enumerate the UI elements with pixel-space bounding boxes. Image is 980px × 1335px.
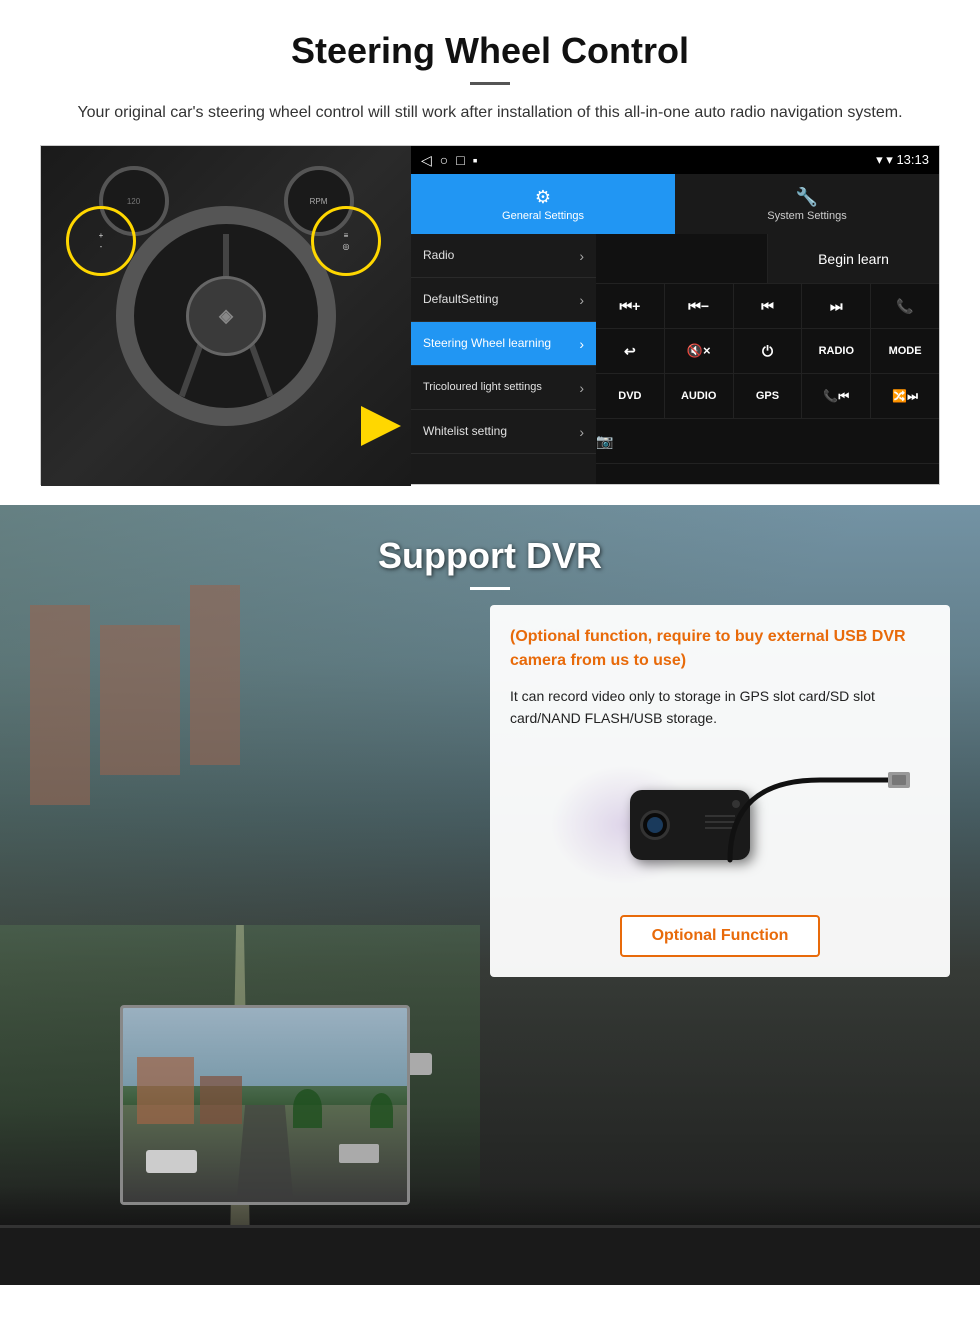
menu-panel: Radio › DefaultSetting › Steering Wheel … <box>411 234 939 484</box>
preview-tree-2 <box>370 1093 393 1128</box>
camera-lens-inner <box>647 817 663 833</box>
preview-tree-1 <box>293 1089 321 1128</box>
preview-building-2 <box>200 1076 243 1125</box>
right-buttons-area: Begin learn ⏮+ ⏮− ⏮ ⏭ 📞 <box>596 234 939 484</box>
dvr-section-header: Support DVR <box>0 505 980 605</box>
status-time: 13:13 <box>896 152 929 167</box>
android-ui: ◁ ○ □ ▪ ▾ ▾ 13:13 ⚙ General Settings 🔧 <box>411 146 939 484</box>
power-button[interactable]: ⏻ <box>734 329 803 373</box>
menu-item-steering-wheel[interactable]: Steering Wheel learning › <box>411 322 596 366</box>
hangup-button[interactable]: ↩ <box>596 329 665 373</box>
building-3 <box>190 585 240 765</box>
menu-item-radio[interactable]: Radio › <box>411 234 596 278</box>
title-divider <box>470 82 510 85</box>
status-left-icons: ◁ ○ □ ▪ <box>421 152 478 169</box>
begin-learn-row: Begin learn <box>596 234 939 284</box>
menu-icon[interactable]: ▪ <box>473 152 478 169</box>
back-icon[interactable]: ◁ <box>421 152 432 169</box>
dvr-screen-preview <box>120 1005 410 1205</box>
dvr-optional-text: (Optional function, require to buy exter… <box>510 625 930 673</box>
menu-arrow-icon-5: › <box>579 424 584 440</box>
dvr-section: Support DVR (Optional function, require … <box>0 505 980 1285</box>
dvd-button[interactable]: DVD <box>596 374 665 418</box>
tab-system-label: System Settings <box>767 210 846 222</box>
preview-car-2 <box>339 1144 379 1163</box>
highlight-circle-left: + - <box>66 206 136 276</box>
audio-button[interactable]: AUDIO <box>665 374 734 418</box>
square-icon[interactable]: □ <box>456 152 464 169</box>
dashboard-bar <box>0 1225 980 1285</box>
steering-wheel-image: 120 RPM ◈ <box>41 146 411 486</box>
menu-arrow-icon-3: › <box>579 336 584 352</box>
steering-wheel-outer: ◈ <box>116 206 336 426</box>
menu-arrow-icon-4: › <box>579 380 584 396</box>
system-settings-icon: 🔧 <box>796 187 818 208</box>
left-menu: Radio › DefaultSetting › Steering Wheel … <box>411 234 596 484</box>
menu-item-tricoloured[interactable]: Tricoloured light settings › <box>411 366 596 410</box>
camera-lens <box>640 810 670 840</box>
btn-row-1: ⏮+ ⏮− ⏮ ⏭ 📞 <box>596 284 939 329</box>
preview-car-1 <box>146 1150 197 1173</box>
preview-building-1 <box>137 1057 194 1125</box>
gps-button[interactable]: GPS <box>734 374 803 418</box>
vol-down-button[interactable]: ⏮− <box>665 284 734 328</box>
preview-road <box>237 1105 294 1202</box>
menu-default-label: DefaultSetting <box>423 292 498 306</box>
menu-item-default-setting[interactable]: DefaultSetting › <box>411 278 596 322</box>
btn-row-2: ↩ 🔇× ⏻ RADIO MODE <box>596 329 939 374</box>
dvr-cable-svg <box>720 760 920 890</box>
spoke-br <box>247 339 273 397</box>
menu-item-whitelist[interactable]: Whitelist setting › <box>411 410 596 454</box>
status-right: ▾ ▾ 13:13 <box>876 152 929 168</box>
prev-button[interactable]: ⏮ <box>734 284 803 328</box>
dvr-section-title: Support DVR <box>0 535 980 577</box>
control-button-grid: ⏮+ ⏮− ⏮ ⏭ 📞 ↩ 🔇× ⏻ RADIO MODE <box>596 284 939 464</box>
menu-arrow-icon-2: › <box>579 292 584 308</box>
optional-function-container: Optional Function <box>510 905 930 957</box>
mode-button[interactable]: MODE <box>871 329 939 373</box>
btn-row-4: 📷 <box>596 419 939 464</box>
menu-tricoloured-label: Tricoloured light settings <box>423 381 542 394</box>
steering-wheel-section: Steering Wheel Control Your original car… <box>0 0 980 505</box>
settings-gear-icon: ⚙ <box>535 187 551 208</box>
call-prev-button[interactable]: 📞⏮ <box>802 374 871 418</box>
vol-up-button[interactable]: ⏮+ <box>596 284 665 328</box>
mute-button[interactable]: 🔇× <box>665 329 734 373</box>
menu-steering-label: Steering Wheel learning <box>423 336 551 350</box>
btn-row-3: DVD AUDIO GPS 📞⏮ 🔀⏭ <box>596 374 939 419</box>
tab-bar: ⚙ General Settings 🔧 System Settings <box>411 174 939 234</box>
building-2 <box>100 625 180 775</box>
dvr-camera-illustration <box>510 745 930 905</box>
menu-radio-label: Radio <box>423 248 454 262</box>
tab-system-settings[interactable]: 🔧 System Settings <box>675 174 939 234</box>
steering-wheel-visual: 120 RPM ◈ <box>41 146 411 486</box>
brand-logo: ◈ <box>219 306 233 327</box>
menu-arrow-icon: › <box>579 248 584 264</box>
status-bar: ◁ ○ □ ▪ ▾ ▾ 13:13 <box>411 146 939 174</box>
menu-whitelist-label: Whitelist setting <box>423 424 507 438</box>
radio-button[interactable]: RADIO <box>802 329 871 373</box>
next-button[interactable]: ⏭ <box>802 284 871 328</box>
page-title: Steering Wheel Control <box>40 30 940 72</box>
dvr-preview-inner <box>123 1008 407 1202</box>
shuffle-next-button[interactable]: 🔀⏭ <box>871 374 939 418</box>
highlight-circle-right: ≡ ◎ <box>311 206 381 276</box>
home-icon[interactable]: ○ <box>440 152 448 169</box>
section1-description: Your original car's steering wheel contr… <box>65 101 915 125</box>
camera-assembly <box>630 790 750 860</box>
begin-learn-button[interactable]: Begin learn <box>768 234 939 283</box>
empty-area <box>596 234 768 283</box>
steering-content-area: 120 RPM ◈ <box>40 145 940 485</box>
tab-general-label: General Settings <box>502 210 584 222</box>
dvr-content-box: (Optional function, require to buy exter… <box>490 605 950 977</box>
optional-function-button[interactable]: Optional Function <box>620 915 821 957</box>
signal-icons: ▾ ▾ <box>876 152 896 167</box>
call-button[interactable]: 📞 <box>871 284 939 328</box>
dvr-description: It can record video only to storage in G… <box>510 685 930 730</box>
building-1 <box>30 605 90 805</box>
dvr-divider <box>470 587 510 590</box>
camera-button[interactable]: 📷 <box>596 419 613 463</box>
yellow-arrow <box>361 406 401 446</box>
tab-general-settings[interactable]: ⚙ General Settings <box>411 174 675 234</box>
